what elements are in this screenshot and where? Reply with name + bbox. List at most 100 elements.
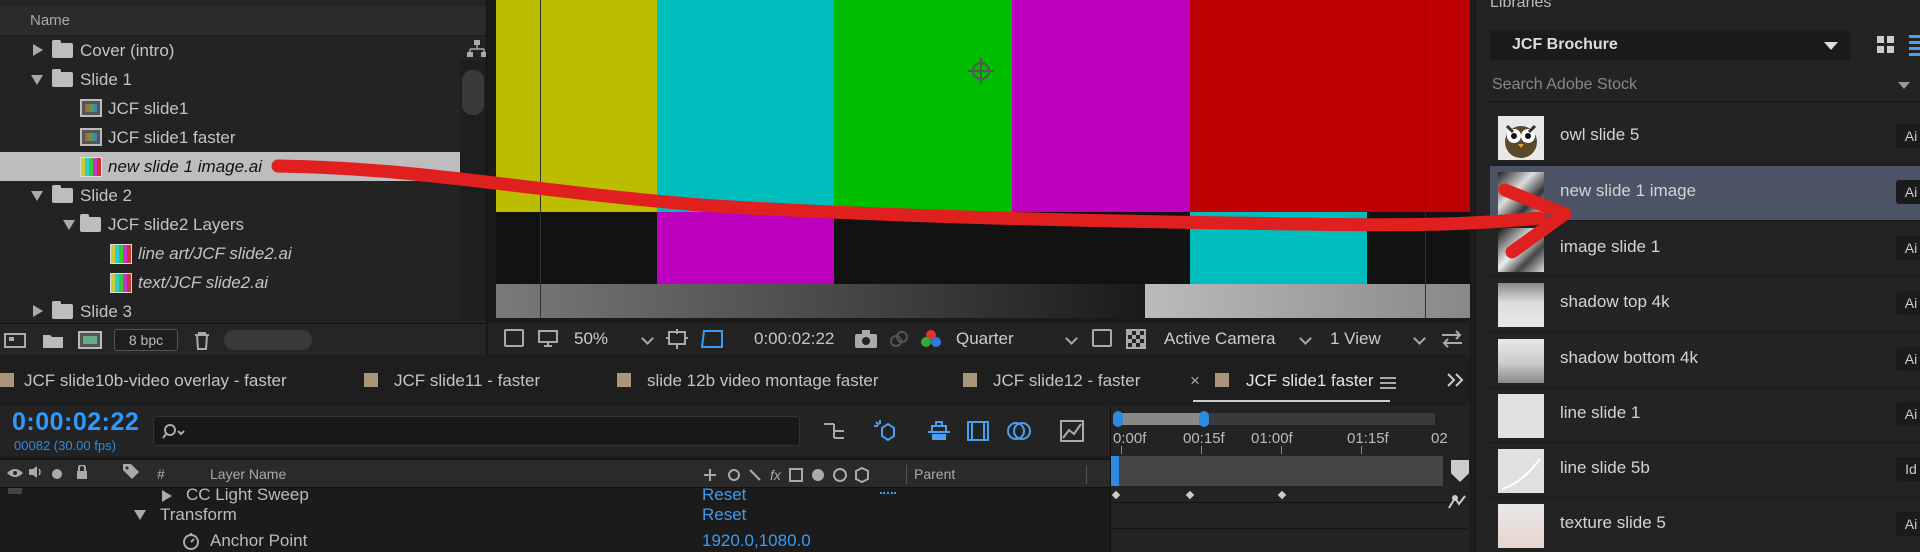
library-item-image-slide-1[interactable]: image slide 1 Ai <box>1490 222 1920 277</box>
interpret-footage-icon[interactable] <box>4 331 26 349</box>
frame-blending-icon[interactable] <box>966 420 990 442</box>
current-time-display[interactable]: 0:00:02:22 <box>12 408 139 437</box>
audio-speaker-icon[interactable] <box>28 460 44 489</box>
panel-menu-icon[interactable] <box>1380 375 1396 395</box>
magnification-dropdown[interactable]: 50% <box>570 327 658 351</box>
overflow-tabs-icon[interactable] <box>1446 372 1464 393</box>
tree-item-slide-1[interactable]: Slide 1 <box>0 65 460 94</box>
grid-view-icon[interactable] <box>1877 36 1895 54</box>
trash-icon[interactable] <box>192 331 214 350</box>
color-bar-red <box>1190 0 1470 212</box>
always-preview-icon[interactable] <box>504 329 524 347</box>
library-item-shadow-bottom-4k[interactable]: shadow bottom 4k Ai <box>1490 333 1920 388</box>
tree-item-jcf-slide2-layers[interactable]: JCF slide2 Layers <box>0 210 460 239</box>
graph-editor-toggle-icon[interactable] <box>1445 492 1469 517</box>
draft-3d-icon[interactable] <box>874 420 898 442</box>
search-dropdown-arrow-icon[interactable] <box>1898 82 1910 89</box>
list-view-icon[interactable] <box>1909 35 1920 56</box>
collapse-arrow-icon[interactable] <box>63 220 75 230</box>
library-item-shadow-top-4k[interactable]: shadow top 4k Ai <box>1490 277 1920 332</box>
asset-type-badge: Ai <box>1896 180 1920 204</box>
tree-item-slide-3[interactable]: Slide 3 <box>0 297 460 326</box>
libraries-panel-title[interactable]: Libraries <box>1490 0 1551 12</box>
tree-item-cover-intro[interactable]: Cover (intro) <box>0 36 460 65</box>
parent-header[interactable]: Parent <box>914 460 955 489</box>
hide-shy-layers-icon[interactable] <box>926 420 950 442</box>
keyframe-icon[interactable] <box>1111 490 1121 500</box>
new-folder-icon[interactable] <box>42 331 64 349</box>
library-item-line-slide-1[interactable]: line slide 1 Ai <box>1490 388 1920 443</box>
tree-item-jcf-slide1-faster[interactable]: JCF slide1 faster <box>0 123 460 152</box>
project-column-header[interactable]: Name <box>0 6 486 36</box>
library-item-line-slide-5b[interactable]: line slide 5b Id <box>1490 443 1920 498</box>
library-item-new-slide-1-image[interactable]: new slide 1 image Ai <box>1490 166 1920 221</box>
collapse-arrow-icon[interactable] <box>31 75 43 85</box>
close-tab-icon[interactable]: × <box>1190 369 1200 393</box>
flowchart-icon[interactable] <box>467 40 486 58</box>
region-of-interest-icon[interactable] <box>700 329 724 354</box>
motion-blur-icon[interactable] <box>1006 420 1031 442</box>
work-area-start-handle[interactable] <box>1113 411 1123 427</box>
playhead-indicator[interactable] <box>1111 456 1119 486</box>
expand-arrow-icon[interactable] <box>33 44 43 56</box>
toggle-mask-icon[interactable] <box>1092 329 1112 347</box>
monitor-icon[interactable] <box>538 330 558 353</box>
lock-icon[interactable] <box>76 460 88 489</box>
view-layout-dropdown[interactable]: 1 View <box>1326 327 1430 351</box>
tab-slide-12b[interactable]: slide 12b video montage faster <box>647 369 879 393</box>
tree-item-slide-2[interactable]: Slide 2 <box>0 181 460 210</box>
fit-frame-icon[interactable] <box>666 329 688 354</box>
work-area-end-handle[interactable] <box>1199 411 1209 427</box>
transparency-grid-icon[interactable] <box>1126 329 1146 354</box>
project-search-pill[interactable] <box>224 330 312 350</box>
tree-item-jcf-slide1[interactable]: JCF slide1 <box>0 94 460 123</box>
layer-duration-bar[interactable] <box>1113 456 1443 486</box>
expand-arrow-icon[interactable] <box>33 305 43 317</box>
stock-search-input[interactable]: Search Adobe Stock <box>1490 68 1920 102</box>
collapse-arrow-icon[interactable] <box>31 191 43 201</box>
show-snapshot-icon[interactable] <box>888 329 910 354</box>
stock-search-placeholder: Search Adobe Stock <box>1492 76 1637 93</box>
anchor-point-value[interactable]: 1920.0,1080.0 <box>702 528 811 552</box>
new-composition-icon[interactable] <box>78 331 102 349</box>
tree-item-new-slide-1-image[interactable]: new slide 1 image.ai <box>0 152 460 181</box>
keyframe-icon[interactable] <box>1185 490 1195 500</box>
project-bit-depth-button[interactable]: 8 bpc <box>114 329 178 351</box>
snapshot-camera-icon[interactable] <box>854 329 878 354</box>
graph-editor-icon[interactable] <box>1060 420 1084 442</box>
comp-flowchart-icon[interactable] <box>822 420 846 442</box>
channels-icon[interactable] <box>920 329 942 354</box>
visibility-eye-icon[interactable] <box>6 460 24 489</box>
solo-dot-icon[interactable] <box>52 469 62 479</box>
tab-jcf-slide1-faster[interactable]: JCF slide1 faster <box>1246 369 1374 393</box>
timeline-search-input[interactable] <box>153 416 800 446</box>
library-item-owl-slide-5[interactable]: owl slide 5 Ai <box>1490 110 1920 165</box>
property-row-transform[interactable]: Transform Reset <box>0 502 1110 528</box>
resolution-dropdown[interactable]: Quarter <box>952 327 1082 351</box>
expand-arrow-icon[interactable] <box>162 490 172 502</box>
keyframe-icon[interactable] <box>1277 490 1287 500</box>
project-scrollbar-thumb[interactable] <box>462 70 484 115</box>
tab-jcf-slide11[interactable]: JCF slide11 - faster <box>394 369 540 393</box>
library-selector-dropdown[interactable]: JCF Brochure <box>1490 30 1850 60</box>
camera-dropdown[interactable]: Active Camera <box>1160 327 1316 351</box>
tab-jcf-slide10b[interactable]: JCF slide10b-video overlay - faster <box>24 369 287 393</box>
comp-marker-bin-icon[interactable] <box>1451 460 1469 482</box>
composition-viewer[interactable] <box>488 0 1470 323</box>
reset-exposure-icon[interactable] <box>1440 329 1464 354</box>
viewer-timecode[interactable]: 0:00:02:22 <box>754 328 834 350</box>
anchor-point-crosshair-icon[interactable] <box>966 56 996 86</box>
library-selector-label: JCF Brochure <box>1512 36 1618 53</box>
label-tag-icon[interactable] <box>122 460 140 489</box>
tab-jcf-slide12[interactable]: JCF slide12 - faster <box>993 369 1140 393</box>
collapse-arrow-icon[interactable] <box>134 510 146 520</box>
property-row-anchor-point[interactable]: Anchor Point 1920.0,1080.0 <box>0 528 1110 552</box>
reset-link[interactable]: Reset <box>702 502 746 528</box>
tree-item-text[interactable]: text/JCF slide2.ai <box>0 268 460 297</box>
library-item-texture-slide-5[interactable]: texture slide 5 Ai <box>1490 498 1920 552</box>
time-ruler[interactable]: 0:00f 00:15f 01:00f 01:15f 02 <box>1110 406 1470 552</box>
folder-icon <box>52 301 73 319</box>
work-area-range[interactable] <box>1115 413 1203 425</box>
tree-item-line-art[interactable]: line art/JCF slide2.ai <box>0 239 460 268</box>
stopwatch-icon[interactable] <box>182 532 200 552</box>
